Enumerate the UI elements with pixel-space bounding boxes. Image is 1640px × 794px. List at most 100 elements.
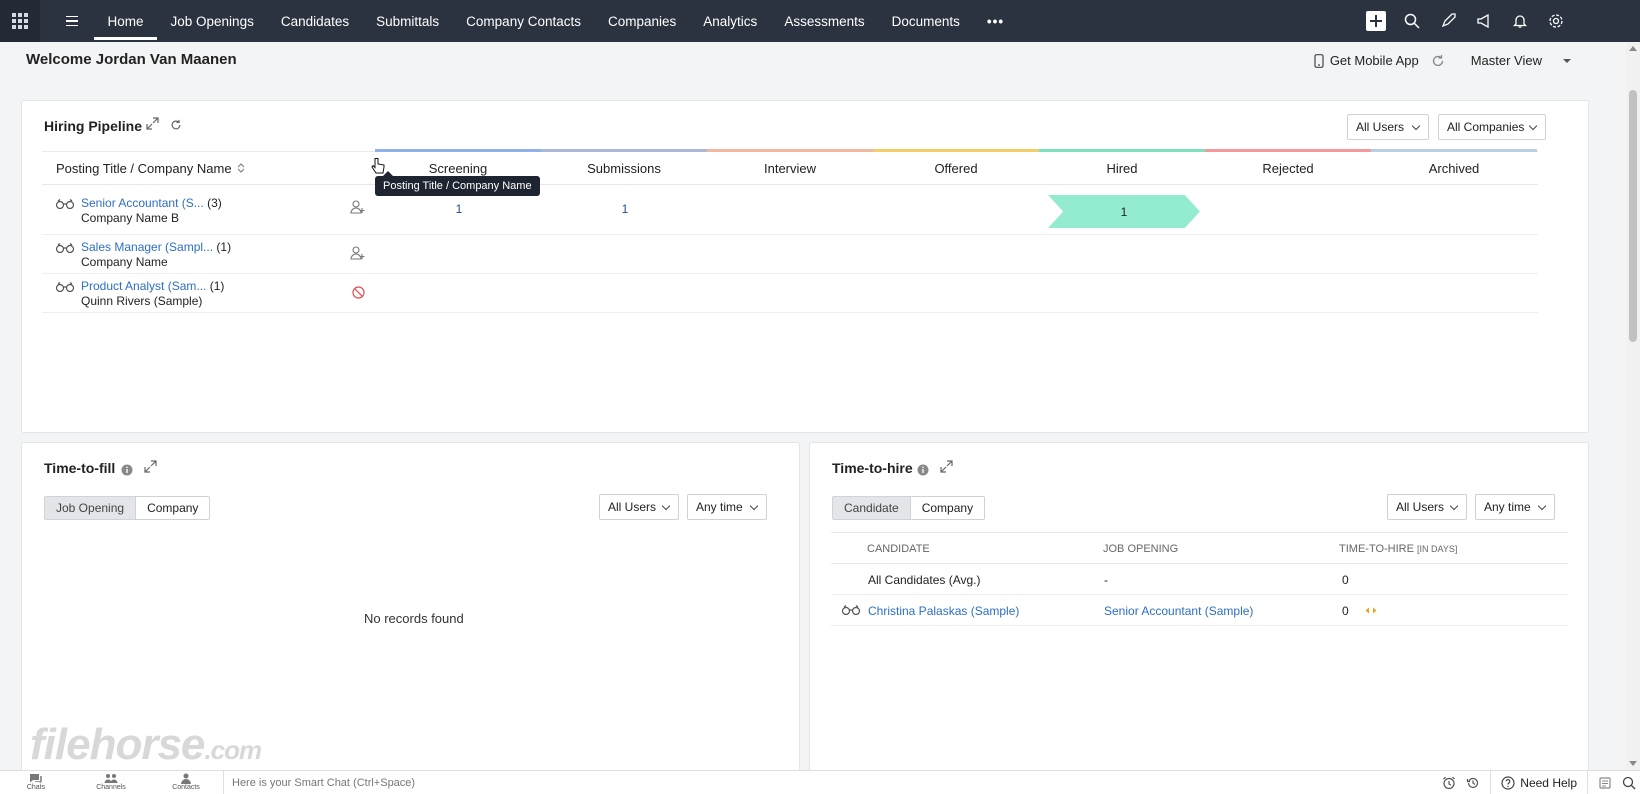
pipeline-companies-dropdown[interactable]: All Companies	[1438, 114, 1546, 140]
add-candidate-icon[interactable]	[350, 245, 366, 261]
stage-color-bar	[541, 149, 707, 152]
channels-icon	[104, 774, 118, 783]
page-scrollbar[interactable]	[1626, 42, 1640, 770]
tab-candidates[interactable]: Candidates	[267, 0, 362, 42]
pipeline-row[interactable]: Sales Manager (Sampl... (1) Company Name	[42, 235, 1538, 274]
pipeline-row[interactable]: Senior Accountant (S... (3) Company Name…	[42, 187, 1538, 235]
job-opening-link[interactable]: Senior Accountant (Sample)	[1104, 604, 1253, 618]
notifications-button[interactable]	[1510, 11, 1530, 31]
channels-button[interactable]: Channels	[91, 773, 131, 791]
menu-icon[interactable]	[50, 0, 94, 42]
screening-count[interactable]: 1	[449, 202, 469, 216]
need-help-button[interactable]: Need Help	[1490, 771, 1588, 794]
info-icon[interactable]	[917, 464, 929, 476]
search-icon[interactable]	[1622, 776, 1636, 790]
submissions-count[interactable]: 1	[615, 202, 635, 216]
time-to-hire-time-dropdown[interactable]: Any time	[1475, 494, 1555, 520]
job-opening-link[interactable]: Product Analyst (Sam... (1)	[81, 279, 224, 293]
job-opening-link[interactable]: Sales Manager (Sampl... (1)	[81, 240, 231, 254]
welcome-title: Welcome Jordan Van Maanen	[26, 51, 237, 68]
view-selector[interactable]: Master View	[1471, 53, 1542, 68]
company-name: Company Name	[81, 255, 168, 269]
rocket-icon	[1441, 13, 1456, 28]
tab-assessments[interactable]: Assessments	[771, 0, 878, 42]
module-tabs: Home Job Openings Candidates Submittals …	[94, 0, 1018, 42]
sort-icon[interactable]	[237, 163, 245, 173]
hired-count-chevron[interactable]: 1	[1048, 195, 1200, 228]
search-icon	[1404, 13, 1420, 29]
chats-label: Chats	[26, 784, 46, 791]
search-button[interactable]	[1402, 11, 1422, 31]
scroll-down-arrow[interactable]	[1629, 761, 1637, 766]
alarm-clock-icon[interactable]	[1442, 776, 1456, 790]
binoculars-icon	[841, 605, 861, 615]
expand-icon[interactable]	[144, 460, 157, 473]
expand-icon[interactable]	[146, 117, 159, 130]
refresh-icon[interactable]	[1431, 54, 1445, 68]
stage-color-bar	[873, 149, 1039, 152]
job-title[interactable]: Sales Manager (Sampl...	[81, 240, 213, 254]
time-to-hire-table-header: Candidate Job Opening Time-to-hire [in d…	[831, 532, 1568, 564]
job-title[interactable]: Senior Accountant (S...	[81, 196, 204, 210]
welcome-bar: Welcome Jordan Van Maanen Get Mobile App…	[0, 42, 1626, 82]
posting-title-column-header[interactable]: Posting Title / Company Name	[56, 161, 245, 176]
hand-cursor-icon	[371, 158, 385, 174]
need-help-label: Need Help	[1520, 776, 1577, 790]
tab-analytics[interactable]: Analytics	[690, 0, 771, 42]
candidate-link[interactable]: Christina Palaskas (Sample)	[868, 604, 1019, 618]
get-mobile-app-link[interactable]: Get Mobile App	[1314, 53, 1419, 68]
pipeline-table-header: Posting Title / Company Name Screening Su…	[42, 149, 1538, 185]
table-row[interactable]: Christina Palaskas (Sample) Senior Accou…	[831, 595, 1568, 626]
toggle-job-opening[interactable]: Job Opening	[45, 497, 137, 519]
empty-state-message: No records found	[364, 611, 464, 626]
tab-submittals[interactable]: Submittals	[363, 0, 453, 42]
settings-button[interactable]	[1546, 11, 1566, 31]
create-button[interactable]	[1366, 11, 1386, 31]
get-mobile-app-label: Get Mobile App	[1329, 53, 1419, 68]
tab-home[interactable]: Home	[94, 0, 158, 42]
chats-button[interactable]: Chats	[16, 773, 56, 791]
hired-count: 1	[1120, 204, 1128, 219]
watermark-suffix: .com	[204, 735, 262, 765]
tab-documents[interactable]: Documents	[878, 0, 973, 42]
smart-chat-input[interactable]: Here is your Smart Chat (Ctrl+Space)	[223, 771, 415, 794]
contacts-label: Contacts	[172, 784, 200, 791]
notes-icon[interactable]	[1598, 776, 1612, 790]
time-to-hire-users-dropdown[interactable]: All Users	[1387, 494, 1467, 520]
stage-header-submissions: Submissions	[587, 161, 661, 176]
tab-job-openings[interactable]: Job Openings	[157, 0, 267, 42]
expand-icon[interactable]	[940, 460, 953, 473]
toggle-company[interactable]: Company	[136, 497, 210, 519]
announcements-button[interactable]	[1474, 11, 1494, 31]
scroll-up-arrow[interactable]	[1629, 46, 1637, 51]
toggle-company[interactable]: Company	[910, 497, 985, 519]
getting-started-button[interactable]	[1438, 11, 1458, 31]
tab-companies[interactable]: Companies	[594, 0, 689, 42]
time-to-fill-users-dropdown[interactable]: All Users	[599, 494, 679, 520]
scroll-thumb[interactable]	[1629, 90, 1637, 342]
more-tabs-button[interactable]: •••	[973, 0, 1017, 42]
pipeline-row[interactable]: Product Analyst (Sam... (1) Quinn Rivers…	[42, 274, 1538, 313]
refresh-icon[interactable]	[170, 119, 182, 131]
stage-color-bar	[707, 149, 873, 152]
app-launcher-button[interactable]	[0, 0, 40, 42]
grid-icon	[12, 13, 28, 29]
info-icon[interactable]	[121, 464, 133, 476]
tab-company-contacts[interactable]: Company Contacts	[453, 0, 595, 42]
time-to-hire-column-header: Time-to-hire [in days]	[1339, 543, 1457, 555]
contacts-button[interactable]: Contacts	[166, 773, 206, 791]
time-to-fill-time-dropdown[interactable]: Any time	[687, 494, 767, 520]
add-candidate-icon[interactable]	[350, 199, 366, 215]
caret-down-icon[interactable]	[1562, 58, 1572, 64]
filehorse-watermark-logo: filehorse.com	[30, 720, 262, 770]
history-icon[interactable]	[1466, 776, 1480, 790]
candidate-cell: All Candidates (Avg.)	[868, 573, 981, 587]
blocked-icon	[352, 286, 365, 299]
time-to-hire-label: Time-to-hire	[1339, 543, 1414, 555]
job-opening-link[interactable]: Senior Accountant (S... (3)	[81, 196, 222, 210]
toggle-candidate[interactable]: Candidate	[833, 497, 911, 519]
stage-header-archived: Archived	[1428, 161, 1480, 176]
pipeline-users-dropdown[interactable]: All Users	[1347, 114, 1430, 140]
stage-header-rejected: Rejected	[1262, 161, 1314, 176]
job-title[interactable]: Product Analyst (Sam...	[81, 279, 206, 293]
